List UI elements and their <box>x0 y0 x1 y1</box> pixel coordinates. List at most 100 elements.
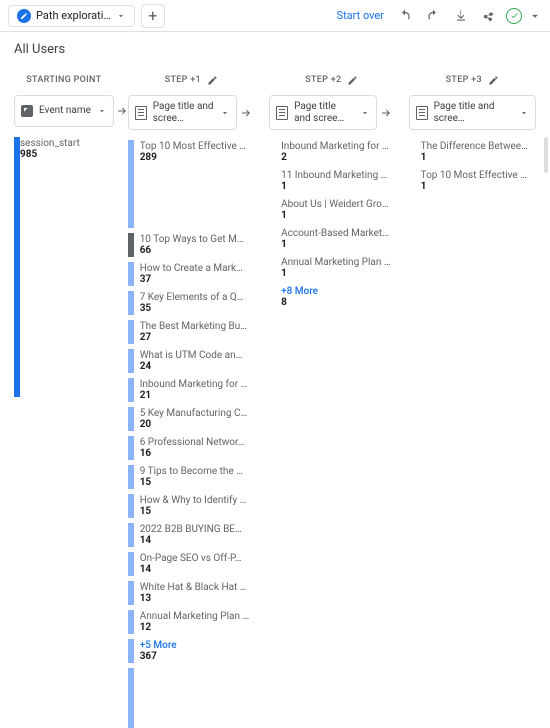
node-value: 8 <box>281 297 395 308</box>
node-bar <box>269 140 275 164</box>
node-item[interactable]: 10 Top Ways to Get M… 66 <box>128 233 255 257</box>
redo-button[interactable] <box>422 5 444 27</box>
step3-selector[interactable]: Page title and scree… <box>409 95 536 130</box>
column-header-s1: STEP +1 <box>128 69 255 91</box>
node-bar <box>128 552 134 576</box>
segment-label: All Users <box>14 42 65 57</box>
node-value: 2 <box>281 152 395 163</box>
event-icon <box>21 105 33 117</box>
node-label: Annual Marketing Plan … <box>281 257 395 268</box>
node-item[interactable]: The Difference Betwee…1 <box>409 140 536 164</box>
node-value: 15 <box>140 477 255 488</box>
add-tab-button[interactable]: + <box>141 4 165 28</box>
node-bar <box>128 140 134 228</box>
node-value: 1 <box>281 239 395 250</box>
node-label: Top 10 Most Effective … <box>421 170 536 181</box>
node-value: 1 <box>281 181 395 192</box>
node-bar <box>128 610 134 634</box>
step2-selector[interactable]: Page title and scree… <box>269 95 377 130</box>
residual-bar <box>128 668 134 728</box>
node-value: 24 <box>140 361 255 372</box>
column-start: STARTING POINT Event name session_start … <box>14 69 114 728</box>
undo-button[interactable] <box>394 5 416 27</box>
node-label: How & Why to Identify … <box>140 495 255 506</box>
node-value: 13 <box>140 593 255 604</box>
node-item[interactable]: Inbound Marketing for …21 <box>128 378 255 402</box>
node-item[interactable]: 9 Tips to Become the …15 <box>128 465 255 489</box>
node-bar <box>128 465 134 489</box>
node-item[interactable]: Annual Marketing Plan …1 <box>269 256 395 280</box>
node-item[interactable]: 6 Professional Networ…16 <box>128 436 255 460</box>
node-item[interactable]: What is UTM Code an…24 <box>128 349 255 373</box>
node-item[interactable]: 7 Key Elements of a Q…35 <box>128 291 255 315</box>
chevron-down-icon <box>519 108 529 118</box>
node-item[interactable]: Annual Marketing Plan …12 <box>128 610 255 634</box>
node-item[interactable]: +8 More8 <box>269 285 395 309</box>
node-label: About Us | Weidert Gro… <box>281 199 395 210</box>
node-item[interactable]: Inbound Marketing for …2 <box>269 140 395 164</box>
node-bar <box>269 227 275 251</box>
node-bar <box>128 494 134 518</box>
node-item[interactable]: Top 10 Most Effective …1 <box>409 169 536 193</box>
download-button[interactable] <box>450 5 472 27</box>
node-item[interactable]: +5 More367 <box>128 639 255 663</box>
node-label: Annual Marketing Plan … <box>140 611 255 622</box>
node-bar <box>409 169 415 193</box>
node-item[interactable]: 2022 B2B BUYING BE…14 <box>128 523 255 547</box>
node-value: 27 <box>140 332 255 343</box>
node-value: 37 <box>140 274 255 285</box>
node-label: How to Create a Mark… <box>140 263 255 274</box>
node-bar <box>128 233 134 257</box>
selector-label: Page title and scree… <box>153 101 214 124</box>
node-item[interactable]: On-Page SEO vs Off-P…14 <box>128 552 255 576</box>
node-label: session_start <box>20 138 114 149</box>
node-value: 14 <box>140 535 255 546</box>
scrollbar[interactable] <box>544 137 548 173</box>
node-item[interactable]: How & Why to Identify …15 <box>128 494 255 518</box>
node-value: 16 <box>140 448 255 459</box>
arrow-icon <box>116 105 128 117</box>
start-over-link[interactable]: Start over <box>337 9 384 22</box>
edit-icon[interactable] <box>347 75 358 86</box>
start-selector[interactable]: Event name <box>14 95 114 127</box>
chevron-down-icon <box>220 108 230 118</box>
node-bar <box>409 140 415 164</box>
node-label: 5 Key Manufacturing C… <box>140 408 255 419</box>
node-item[interactable]: 5 Key Manufacturing C…20 <box>128 407 255 431</box>
node-label: White Hat & Black Hat … <box>140 582 255 593</box>
column-header-s2: STEP +2 <box>269 69 395 91</box>
node-item[interactable]: Account-Based Market…1 <box>269 227 395 251</box>
edit-icon[interactable] <box>207 75 218 86</box>
node-start[interactable]: session_start 985 <box>14 137 114 397</box>
node-label: The Difference Betwee… <box>421 141 536 152</box>
node-bar <box>128 349 134 373</box>
node-item[interactable]: The Best Marketing Bu…27 <box>128 320 255 344</box>
node-item[interactable]: White Hat & Black Hat …13 <box>128 581 255 605</box>
node-value: 15 <box>140 506 255 517</box>
node-value: 289 <box>140 152 255 163</box>
page-icon <box>416 106 428 120</box>
node-item[interactable]: 11 Inbound Marketing …1 <box>269 169 395 193</box>
page-icon <box>276 106 288 120</box>
step1-selector[interactable]: Page title and scree… <box>128 95 237 130</box>
page-icon <box>135 106 147 120</box>
node-label: 10 Top Ways to Get M… <box>140 234 255 245</box>
node-item[interactable]: About Us | Weidert Gro…1 <box>269 198 395 222</box>
toolbar: Path explorati… + Start over <box>0 0 550 32</box>
node-label: 2022 B2B BUYING BE… <box>140 524 255 535</box>
node-item[interactable]: How to Create a Mark…37 <box>128 262 255 286</box>
node-label: Top 10 Most Effective … <box>140 141 255 152</box>
segment-header: All Users <box>0 32 550 69</box>
chevron-down-icon <box>97 106 107 116</box>
node-bar <box>128 320 134 344</box>
node-label: 7 Key Elements of a Q… <box>140 292 255 303</box>
tab-path-exploration[interactable]: Path explorati… <box>8 5 135 27</box>
arrow-icon <box>379 107 393 119</box>
edit-icon[interactable] <box>488 75 499 86</box>
node-bar <box>128 291 134 315</box>
status-menu[interactable] <box>528 5 542 27</box>
node-value: 1 <box>421 152 536 163</box>
share-button[interactable] <box>478 5 500 27</box>
node-item[interactable]: Top 10 Most Effective … 289 <box>128 140 255 228</box>
column-step3: STEP +3 Page title and scree… The Differ… <box>409 69 536 728</box>
